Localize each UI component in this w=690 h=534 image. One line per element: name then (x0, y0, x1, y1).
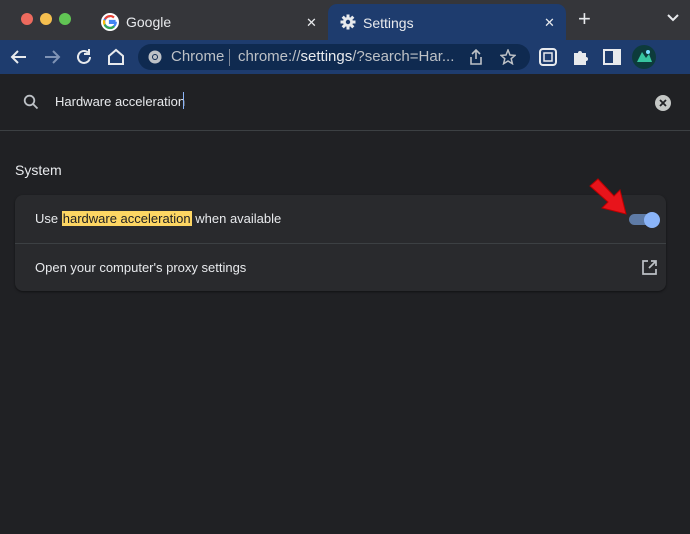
url-text: chrome://settings/?search=Har... (238, 48, 455, 65)
section-title: System (15, 162, 62, 178)
proxy-settings-row[interactable]: Open your computer's proxy settings (15, 244, 666, 291)
home-icon[interactable] (105, 46, 127, 68)
extension-puzzle-square-icon[interactable] (537, 46, 559, 68)
tab-title: Settings (363, 15, 414, 31)
forward-arrow-icon[interactable] (41, 46, 63, 68)
search-input[interactable]: Hardware acceleration (55, 94, 185, 109)
address-bar[interactable]: Chrome chrome://settings/?search=Har... (138, 44, 530, 70)
minimize-window-button[interactable] (40, 13, 52, 25)
tab-title: Google (126, 14, 172, 30)
open-in-new-icon[interactable] (641, 259, 658, 276)
avatar[interactable] (632, 45, 656, 69)
maximize-window-button[interactable] (59, 13, 71, 25)
share-icon[interactable] (469, 49, 483, 65)
clear-search-button[interactable] (655, 95, 671, 111)
tab-strip: Google ✕ Settings ✕ + (0, 0, 690, 40)
chrome-icon (148, 50, 162, 64)
close-icon[interactable]: ✕ (306, 16, 317, 29)
settings-search-bar: Hardware acceleration (0, 74, 690, 131)
close-icon[interactable]: ✕ (544, 16, 555, 29)
reload-icon[interactable] (73, 46, 95, 68)
annotation-arrow-icon (589, 178, 627, 215)
text-cursor (183, 92, 184, 109)
tab-google[interactable]: Google ✕ (88, 6, 326, 40)
search-highlight: hardware acceleration (61, 211, 192, 226)
hardware-acceleration-label: Use hardware acceleration when available (35, 211, 282, 226)
close-window-button[interactable] (21, 13, 33, 25)
divider (229, 49, 230, 66)
new-tab-button[interactable]: + (578, 8, 591, 30)
chevron-down-icon[interactable] (666, 13, 680, 23)
google-icon (101, 13, 119, 31)
site-chip-label: Chrome (171, 48, 225, 65)
back-arrow-icon[interactable] (8, 46, 30, 68)
proxy-settings-label: Open your computer's proxy settings (35, 260, 247, 275)
bookmark-star-icon[interactable] (500, 49, 516, 65)
side-panel-icon[interactable] (601, 46, 623, 68)
toggle-knob (644, 212, 660, 228)
extensions-icon[interactable] (569, 46, 591, 68)
search-icon (23, 94, 39, 110)
system-settings-card: Use hardware acceleration when available… (15, 195, 666, 291)
gear-icon (340, 14, 356, 30)
tab-settings[interactable]: Settings ✕ (328, 4, 566, 40)
close-icon (659, 99, 667, 107)
hardware-acceleration-row[interactable]: Use hardware acceleration when available (15, 195, 666, 244)
